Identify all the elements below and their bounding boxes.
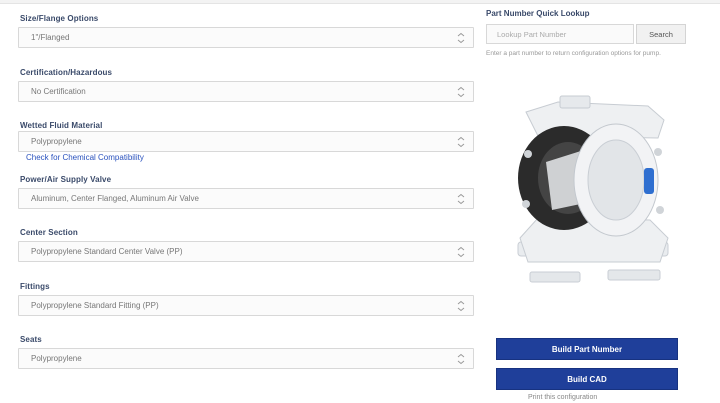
field-power-air-valve: Power/Air Supply Valve Aluminum, Center …	[14, 169, 474, 223]
certification-select[interactable]: No Certification	[18, 80, 474, 102]
field-label: Seats	[20, 335, 42, 344]
print-configuration-link[interactable]: Print this configuration	[528, 394, 597, 401]
field-certification: Certification/Hazardous No Certification	[14, 62, 474, 116]
power-air-valve-select[interactable]: Aluminum, Center Flanged, Aluminum Air V…	[18, 187, 474, 209]
select-value: Aluminum, Center Flanged, Aluminum Air V…	[31, 193, 199, 203]
lookup-label: Part Number Quick Lookup	[486, 9, 590, 18]
chemical-compatibility-link[interactable]: Check for Chemical Compatibility	[26, 153, 144, 162]
right-panel: Part Number Quick Lookup Lookup Part Num…	[480, 0, 710, 403]
size-flange-select[interactable]: 1"/Flanged	[18, 27, 474, 48]
chevron-down-icon	[457, 32, 465, 44]
field-center-section: Center Section Polypropylene Standard Ce…	[14, 222, 474, 276]
configuration-form: Size/Flange Options 1"/Flanged Certifica…	[14, 8, 474, 383]
diaphragm-pump-image	[517, 95, 669, 283]
field-seats: Seats Polypropylene	[14, 329, 474, 383]
field-label: Size/Flange Options	[20, 14, 99, 23]
chevron-down-icon	[457, 246, 465, 258]
select-value: Polypropylene Standard Center Valve (PP)	[31, 247, 183, 256]
search-button[interactable]: Search	[636, 24, 686, 44]
field-fittings: Fittings Polypropylene Standard Fitting …	[14, 276, 474, 330]
field-label: Wetted Fluid Material	[20, 121, 103, 130]
field-label: Power/Air Supply Valve	[20, 174, 112, 184]
wetted-material-select[interactable]: Polypropylene	[18, 131, 474, 152]
seats-select[interactable]: Polypropylene	[18, 348, 474, 369]
field-size-flange: Size/Flange Options 1"/Flanged	[14, 8, 474, 62]
select-value: 1"/Flanged	[31, 33, 70, 42]
build-cad-button[interactable]: Build CAD	[496, 368, 678, 390]
build-part-number-button[interactable]: Build Part Number	[496, 338, 678, 360]
select-value: Polypropylene	[31, 137, 82, 146]
part-number-input[interactable]: Lookup Part Number	[486, 24, 634, 44]
chevron-down-icon	[457, 353, 465, 365]
field-wetted-material: Wetted Fluid Material Polypropylene Chec…	[14, 115, 474, 169]
field-label: Certification/Hazardous	[20, 67, 113, 77]
select-value: Polypropylene	[31, 354, 82, 363]
select-value: Polypropylene Standard Fitting (PP)	[31, 300, 159, 310]
lookup-help-text: Enter a part number to return configurat…	[486, 50, 661, 57]
chevron-down-icon	[457, 86, 465, 97]
chevron-down-icon	[457, 300, 465, 311]
field-label: Fittings	[20, 281, 50, 291]
chevron-down-icon	[457, 136, 465, 148]
select-value: No Certification	[31, 86, 86, 96]
chevron-down-icon	[457, 193, 465, 204]
field-label: Center Section	[20, 228, 78, 237]
fittings-select[interactable]: Polypropylene Standard Fitting (PP)	[18, 294, 474, 316]
placeholder-text: Lookup Part Number	[497, 30, 567, 39]
center-section-select[interactable]: Polypropylene Standard Center Valve (PP)	[18, 241, 474, 262]
